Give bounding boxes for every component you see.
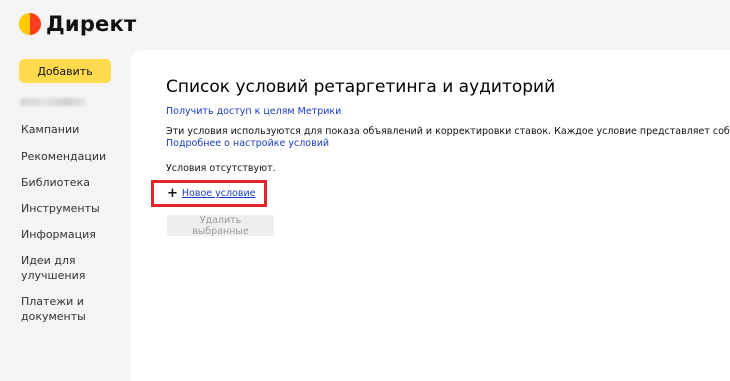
empty-state-text: Условия отсутствуют. <box>166 163 276 174</box>
yandex-logo-icon <box>19 13 41 35</box>
sidebar-item-ideas[interactable]: Идеи для улучшения <box>21 253 91 283</box>
metrika-access-link[interactable]: Получить доступ к целям Метрики <box>166 106 341 117</box>
brand-name: Директ <box>46 12 137 36</box>
sidebar-item-campaigns[interactable]: Кампании <box>21 122 121 137</box>
sidebar-item-tools[interactable]: Инструменты <box>21 201 121 216</box>
add-button[interactable]: Добавить <box>19 59 111 83</box>
logo[interactable]: Директ <box>19 12 136 36</box>
main-panel: Список условий ретаргетинга и аудиторий … <box>131 50 730 381</box>
sidebar-item-recommendations[interactable]: Рекомендации <box>21 149 121 164</box>
setup-details-link[interactable]: Подробнее о настройке условий <box>166 138 329 149</box>
new-condition-button[interactable]: + Новое условие <box>167 185 256 201</box>
sidebar-item-payments[interactable]: Платежи и документы <box>21 294 91 324</box>
new-condition-label: Новое условие <box>181 188 256 199</box>
sidebar-item-library[interactable]: Библиотека <box>21 175 121 190</box>
page-title: Список условий ретаргетинга и аудиторий <box>166 77 556 97</box>
delete-selected-button[interactable]: Удалить выбранные <box>167 215 274 237</box>
account-name-blurred[interactable] <box>20 98 86 106</box>
description-text: Эти условия используются для показа объя… <box>166 126 730 137</box>
plus-icon: + <box>167 185 178 201</box>
sidebar-item-information[interactable]: Информация <box>21 227 121 242</box>
